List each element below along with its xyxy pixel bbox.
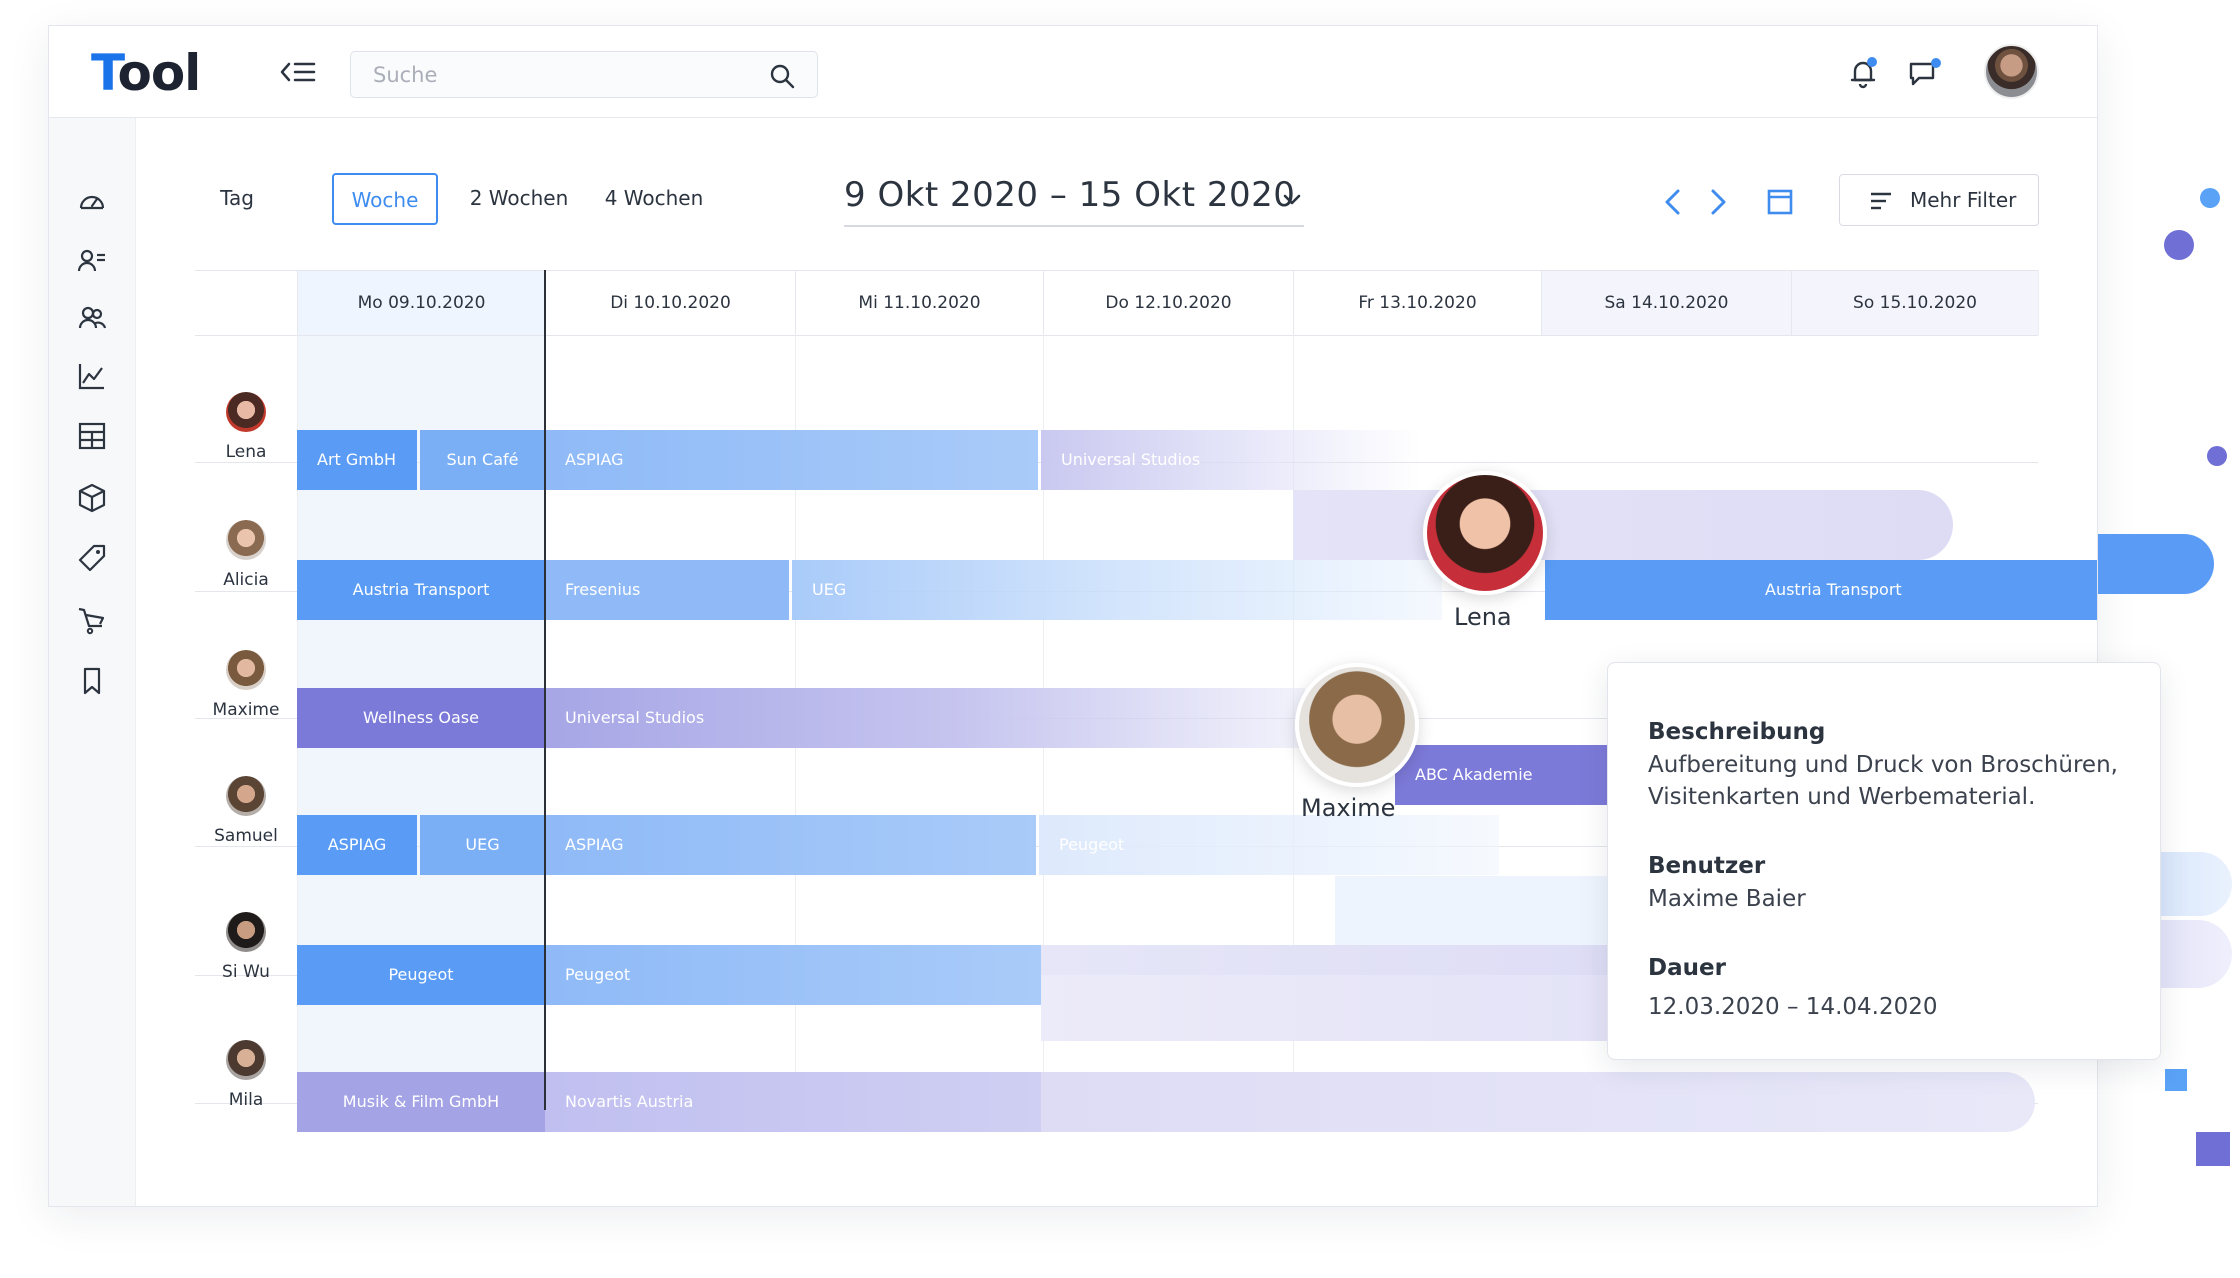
person-row-label[interactable]: Maxime — [195, 650, 297, 720]
booking-bar[interactable]: Art GmbH — [297, 430, 417, 490]
tab-tag[interactable]: Tag — [217, 173, 257, 225]
overflow-bar — [2098, 534, 2214, 594]
booking-bar[interactable]: Wellness Oase — [297, 688, 545, 748]
dragging-profile-avatar[interactable] — [1295, 663, 1419, 787]
tab-2-wochen[interactable]: 2 Wochen — [466, 173, 572, 225]
booking-bar-overflow[interactable] — [1041, 975, 1661, 1041]
tag-icon[interactable] — [76, 542, 108, 574]
date-range-select[interactable]: 9 Okt 2020 – 15 Okt 2020 — [844, 171, 1304, 227]
today-marker — [544, 270, 546, 1110]
user-list-icon[interactable] — [76, 245, 108, 277]
more-filters-label: Mehr Filter — [1910, 188, 2017, 212]
booking-bar-overflow[interactable] — [1293, 490, 1953, 560]
day-header[interactable]: Do 12.10.2020 — [1043, 270, 1293, 335]
booking-bar[interactable]: Sun Café — [420, 430, 545, 490]
dragging-profile-name: Maxime — [1301, 794, 1396, 822]
chat-icon[interactable] — [1907, 56, 1943, 90]
table-icon[interactable] — [76, 420, 108, 452]
day-header[interactable]: So 15.10.2020 — [1791, 270, 2038, 335]
day-header[interactable]: Mi 11.10.2020 — [795, 270, 1043, 335]
booking-bar[interactable]: Universal Studios — [1041, 430, 1421, 490]
person-avatar — [226, 912, 266, 952]
person-row-label[interactable]: Samuel — [195, 776, 297, 846]
booking-bar[interactable]: Peugeot — [545, 945, 1041, 1005]
booking-bar[interactable]: ASPIAG — [297, 815, 417, 875]
tooltip-duration-label: Dauer — [1648, 955, 1726, 981]
booking-bar[interactable]: ASPIAG — [545, 815, 1036, 875]
decor-square — [2165, 1069, 2187, 1091]
booking-bar[interactable]: Austria Transport — [1545, 560, 2097, 620]
person-avatar — [226, 1040, 266, 1080]
decor-dot — [2200, 188, 2220, 208]
dragging-profile-avatar[interactable] — [1423, 471, 1547, 595]
decor-square — [2196, 1132, 2230, 1166]
booking-bar[interactable]: Musik & Film GmbH — [297, 1072, 545, 1132]
dashboard-icon[interactable] — [76, 186, 108, 218]
tooltip-description-value: Aufbereitung und Druck von Broschüren, V… — [1648, 752, 2118, 810]
booking-bar[interactable]: ASPIAG — [545, 430, 1038, 490]
app-logo[interactable]: Tool — [91, 44, 201, 102]
grid-line — [195, 335, 2038, 336]
day-header[interactable]: Sa 14.10.2020 — [1541, 270, 1791, 335]
person-avatar — [226, 392, 266, 432]
booking-bar[interactable]: UEG — [792, 560, 1442, 620]
person-avatar — [226, 776, 266, 816]
search-input[interactable] — [373, 60, 753, 90]
booking-tooltip: Beschreibung Aufbereitung und Druck von … — [1607, 662, 2161, 1060]
person-row-label[interactable]: Lena — [195, 392, 297, 462]
chart-icon[interactable] — [76, 360, 108, 392]
tooltip-user-label: Benutzer — [1648, 853, 1766, 879]
calendar-icon[interactable] — [1765, 185, 1795, 217]
cart-icon[interactable] — [76, 604, 108, 636]
tooltip-duration-value: 12.03.2020 – 14.04.2020 — [1648, 994, 1938, 1020]
person-avatar — [226, 520, 266, 560]
booking-bar[interactable]: Austria Transport — [297, 560, 545, 620]
booking-bar[interactable]: Novartis Austria — [545, 1072, 1041, 1132]
booking-bar[interactable]: Peugeot — [297, 945, 545, 1005]
booking-bar[interactable]: Universal Studios — [545, 688, 1305, 748]
more-filters-button[interactable]: Mehr Filter — [1839, 174, 2039, 226]
date-range-label: 9 Okt 2020 – 15 Okt 2020 — [844, 175, 1296, 215]
chevron-left-icon[interactable] — [1659, 186, 1687, 218]
tab-4-wochen[interactable]: 4 Wochen — [599, 173, 709, 225]
person-row-label[interactable]: Alicia — [195, 520, 297, 590]
dragging-profile-name: Lena — [1454, 603, 1512, 631]
bookmark-icon[interactable] — [76, 665, 108, 697]
team-icon[interactable] — [76, 302, 108, 334]
decor-dot — [2207, 446, 2227, 466]
tab-woche[interactable]: Woche — [332, 173, 438, 225]
filter-icon — [1871, 192, 1891, 210]
menu-collapse-icon[interactable] — [279, 56, 317, 88]
user-avatar[interactable] — [1984, 44, 2039, 99]
booking-bar-overflow[interactable] — [1041, 1072, 2035, 1132]
day-header[interactable]: Di 10.10.2020 — [545, 270, 795, 335]
search-box — [350, 51, 818, 98]
chevron-right-icon[interactable] — [1704, 186, 1732, 218]
tooltip-user-value: Maxime Baier — [1648, 886, 1806, 912]
day-header[interactable]: Fr 13.10.2020 — [1293, 270, 1541, 335]
person-row-label[interactable]: Mila — [195, 1040, 297, 1110]
decor-dot — [2164, 230, 2194, 260]
top-bar: Tool — [49, 26, 2097, 118]
booking-bar[interactable]: Peugeot — [1039, 815, 1499, 875]
person-avatar — [226, 650, 266, 690]
person-row-label[interactable]: Si Wu — [195, 912, 297, 982]
booking-bar[interactable]: UEG — [420, 815, 545, 875]
grid-line — [2038, 270, 2039, 335]
tooltip-description-label: Beschreibung — [1648, 719, 1826, 745]
sidebar — [49, 118, 136, 1206]
package-icon[interactable] — [76, 482, 108, 514]
day-header[interactable]: Mo 09.10.2020 — [297, 270, 545, 335]
search-icon[interactable] — [769, 63, 795, 89]
chevron-down-icon — [1283, 194, 1301, 205]
booking-bar[interactable]: Fresenius — [545, 560, 789, 620]
bell-icon[interactable] — [1846, 56, 1880, 90]
